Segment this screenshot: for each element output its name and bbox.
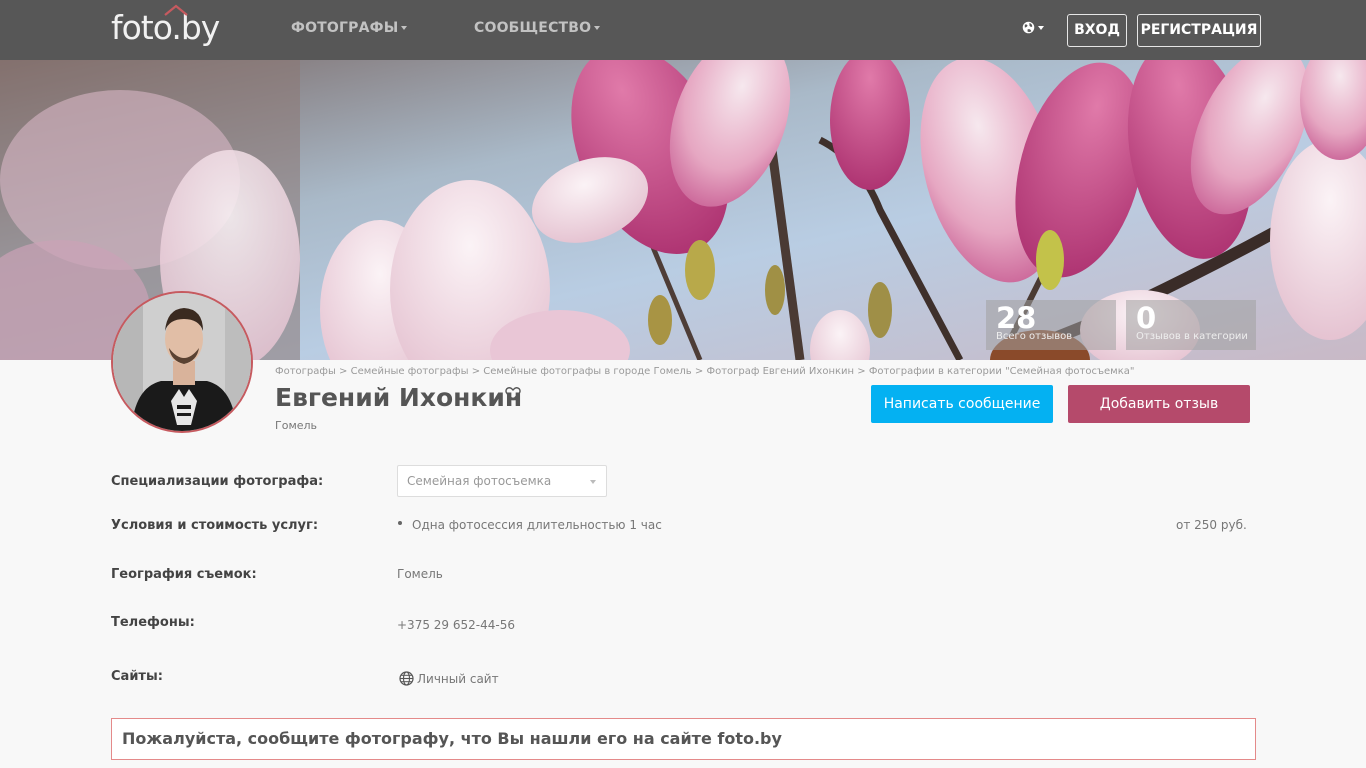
phone-value[interactable]: +375 29 652-44-56 — [397, 618, 515, 632]
stat-category-reviews-label: Отзывов в категории — [1136, 331, 1248, 342]
globe-icon — [1022, 21, 1035, 34]
breadcrumb: Фотографы > Семейные фотографы > Семейны… — [275, 366, 1135, 377]
specialization-selected-value: Семейная фотосъемка — [407, 474, 552, 488]
sites-label: Сайты: — [111, 669, 163, 684]
service-name: Одна фотосессия длительностью 1 час — [412, 518, 662, 532]
chevron-down-icon — [594, 26, 601, 30]
phones-label: Телефоны: — [111, 615, 195, 630]
site-logo[interactable]: foto.by — [111, 4, 220, 47]
breadcrumb-item[interactable]: Фотограф Евгений Ихонкин — [706, 366, 854, 377]
stat-category-reviews: 0 Отзывов в категории — [1126, 300, 1256, 350]
notice-box: Пожалуйста, сообщите фотографу, что Вы н… — [111, 718, 1256, 760]
photographer-city: Гомель — [275, 419, 318, 432]
stat-total-reviews-label: Всего отзывов — [996, 331, 1073, 342]
breadcrumb-separator: > — [471, 366, 481, 377]
top-navbar: foto.by ФОТОГРАФЫ СООБЩЕСТВО ВХОД РЕГИСТ… — [0, 0, 1366, 60]
avatar-photo — [113, 293, 251, 431]
service-price: от 250 руб. — [1176, 518, 1247, 532]
geography-value: Гомель — [397, 567, 443, 581]
site-link-label: Личный сайт — [417, 672, 499, 686]
breadcrumb-item[interactable]: Семейные фотографы — [351, 366, 469, 377]
chevron-down-icon — [401, 26, 408, 30]
stat-total-reviews: 28 Всего отзывов — [986, 300, 1116, 350]
photographer-name: Евгений Ихонкин — [275, 383, 523, 412]
globe-icon — [399, 671, 414, 686]
breadcrumb-current: Фотографии в категории "Семейная фотосъе… — [868, 366, 1135, 377]
services-label: Условия и стоимость услуг: — [111, 518, 319, 533]
add-review-button[interactable]: Добавить отзыв — [1068, 385, 1250, 423]
nav-photographers[interactable]: ФОТОГРАФЫ — [291, 20, 408, 36]
nav-community[interactable]: СООБЩЕСТВО — [474, 20, 601, 36]
nav-community-label: СООБЩЕСТВО — [474, 20, 592, 36]
bullet-icon — [398, 521, 402, 525]
nav-photographers-label: ФОТОГРАФЫ — [291, 20, 399, 36]
site-link[interactable]: Личный сайт — [399, 671, 499, 686]
specializations-label: Специализации фотографа: — [111, 474, 324, 489]
breadcrumb-item[interactable]: Семейные фотографы в городе Гомель — [483, 366, 691, 377]
breadcrumb-item[interactable]: Фотографы — [275, 366, 336, 377]
chevron-down-icon — [590, 480, 596, 484]
breadcrumb-separator: > — [857, 366, 866, 377]
login-button[interactable]: ВХОД — [1067, 14, 1127, 47]
register-button[interactable]: РЕГИСТРАЦИЯ — [1137, 14, 1261, 47]
heart-icon[interactable] — [505, 386, 521, 401]
language-selector[interactable] — [1022, 20, 1044, 36]
specialization-select[interactable]: Семейная фотосъемка — [397, 465, 607, 497]
geography-label: География съемок: — [111, 567, 257, 582]
breadcrumb-separator: > — [694, 366, 704, 377]
logo-roof-icon — [164, 4, 188, 16]
avatar[interactable] — [111, 291, 253, 433]
breadcrumb-separator: > — [339, 366, 348, 377]
write-message-button[interactable]: Написать сообщение — [871, 385, 1053, 423]
chevron-down-icon — [1038, 26, 1044, 30]
